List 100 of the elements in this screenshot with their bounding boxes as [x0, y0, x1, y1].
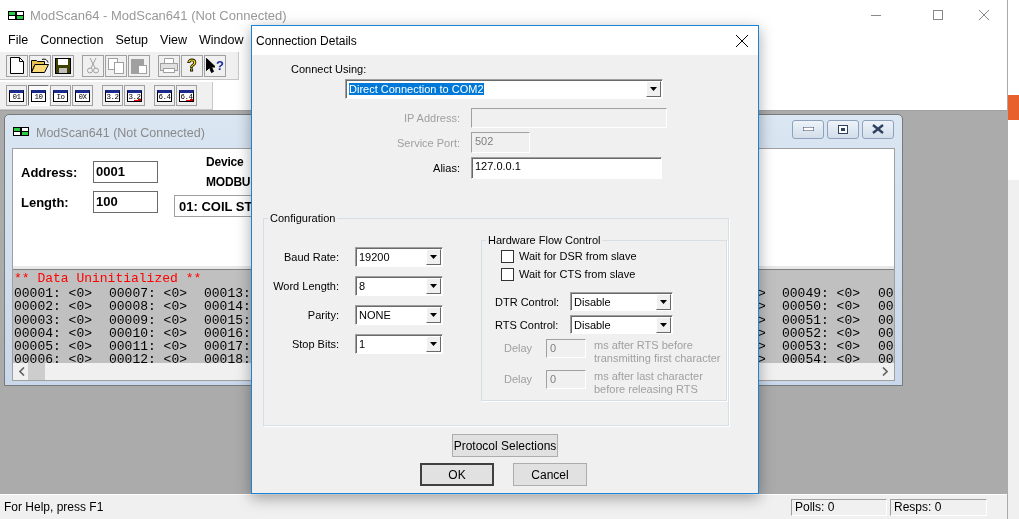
- close-button[interactable]: [736, 34, 748, 47]
- restore-icon: [838, 124, 848, 134]
- minimize-icon: [802, 127, 814, 131]
- printer-icon: [160, 58, 178, 73]
- data-cell-text: 00009: <0>: [109, 313, 188, 327]
- menu-item[interactable]: Connection: [34, 33, 110, 47]
- maximize-icon: [933, 10, 943, 20]
- toolbar-button[interactable]: [29, 54, 51, 77]
- status-text: For Help, press F1: [4, 500, 104, 514]
- question-mark-icon: ?: [216, 57, 224, 74]
- field-label: Connect Using:: [290, 62, 368, 76]
- group-title: Configuration: [269, 212, 337, 225]
- field-label: MODBU: [205, 174, 252, 191]
- connection-dropdown[interactable]: Direct Connection to COM2: [345, 79, 663, 99]
- checkbox[interactable]: [501, 249, 514, 263]
- data-cell-text: 00010: <0>: [109, 326, 188, 340]
- field-label: DTR Control:: [495, 295, 561, 308]
- toolbar-button[interactable]: [6, 54, 28, 77]
- length-field[interactable]: 100: [93, 191, 158, 213]
- window-title: ModScan641 (Not Connected): [36, 124, 205, 140]
- dropdown[interactable]: 1: [355, 334, 443, 354]
- address-field[interactable]: 0001: [93, 161, 158, 183]
- field-label: Service Port:: [396, 136, 460, 149]
- dialog-button[interactable]: Cancel: [513, 463, 587, 486]
- data-cell-text: 00006: <0>: [14, 353, 93, 367]
- data-cell-text: 00001: <0>: [14, 287, 93, 300]
- data-cell-text: >: [758, 313, 767, 327]
- data-cell-text: >: [758, 326, 767, 340]
- checkbox[interactable]: [501, 267, 514, 281]
- close-button[interactable]: [862, 119, 894, 139]
- data-cell-text: 00003: <0>: [14, 313, 93, 327]
- new-file-icon: [10, 57, 24, 74]
- data-cell: 00014:: [204, 300, 252, 314]
- group-title: Hardware Flow Control: [487, 234, 602, 247]
- data-cell-text: >: [758, 353, 767, 367]
- dropdown[interactable]: NONE: [355, 305, 443, 325]
- data-cell-text: >: [758, 287, 767, 300]
- data-cell: 00018:: [204, 353, 252, 367]
- data-cell: 00015:: [204, 313, 252, 327]
- data-cell-text: 00004: <0>: [14, 326, 93, 340]
- data-cell: 00: [878, 353, 894, 367]
- field-label: Address:: [21, 164, 79, 180]
- data-cell-text: 00007: <0>: [109, 287, 188, 300]
- data-cell-text: 00052: <0>: [782, 326, 861, 340]
- menu-item[interactable]: Setup: [109, 33, 155, 47]
- data-cell-text: 00053: <0>: [782, 340, 861, 354]
- dropdown[interactable]: Disable: [570, 292, 673, 311]
- data-cell-text: 00005: <0>: [14, 340, 93, 354]
- close-icon: [979, 10, 989, 20]
- field-label: Baud Rate:: [282, 251, 339, 263]
- toolbar-button[interactable]: ?: [204, 54, 226, 77]
- checkbox-label: Wait for DSR from slave: [519, 250, 637, 262]
- data-cell-text: 00012: <0>: [109, 353, 188, 367]
- field-label: Parity:: [306, 309, 339, 321]
- copy-icon: [108, 57, 124, 74]
- data-cell-text: 00051: <0>: [782, 313, 861, 327]
- data-cell: 00: [878, 326, 894, 340]
- data-cell: 00: [878, 340, 894, 354]
- field-hint: ms after RTS before transmitting first character: [594, 339, 722, 365]
- data-cell: 00017:: [204, 340, 252, 354]
- scroll-left-icon[interactable]: [19, 367, 25, 376]
- dropdown[interactable]: 19200: [355, 247, 443, 267]
- close-icon: [872, 124, 884, 134]
- status-message: ** Data Uninitialized **: [14, 272, 203, 285]
- status-pane: Resps: 0: [890, 498, 987, 516]
- dialog-title: Connection Details: [256, 33, 357, 48]
- field-label: Delay: [504, 372, 534, 385]
- data-cell-text: >: [758, 340, 767, 354]
- menu-item[interactable]: File: [2, 33, 35, 47]
- checkbox-label: Wait for CTS from slave: [519, 268, 636, 280]
- field-label: RTS Control:: [495, 318, 560, 331]
- data-cell: 00: [878, 313, 894, 327]
- field-label: Length:: [21, 194, 70, 210]
- data-cell-text: 00002: <0>: [14, 300, 93, 314]
- app-icon: [13, 127, 29, 136]
- menu-item[interactable]: Window: [192, 33, 250, 47]
- dialog-button[interactable]: OK: [420, 463, 494, 486]
- data-cell: 00013:: [204, 287, 252, 300]
- dropdown[interactable]: 8: [355, 276, 443, 296]
- field-label: Device: [205, 154, 245, 171]
- field-label: Word Length:: [272, 280, 339, 292]
- scroll-thumb[interactable]: [28, 363, 45, 380]
- folder-icon: [31, 58, 49, 73]
- status-pane: Polls: 0: [791, 498, 887, 516]
- data-cell-text: 00011: <0>: [109, 340, 188, 354]
- field-hint: ms after last character before releasing RTS: [594, 370, 704, 396]
- scroll-right-icon[interactable]: [882, 367, 888, 376]
- data-cell: 00: [878, 300, 894, 314]
- dialog-button[interactable]: Protocol Selections: [452, 434, 558, 457]
- toolbar-button[interactable]: [52, 54, 74, 77]
- data-cell: 00: [878, 287, 894, 300]
- clipboard-icon: [131, 57, 147, 74]
- scissors-icon: [87, 57, 99, 74]
- field-label: Delay: [504, 341, 534, 354]
- dropdown[interactable]: Disable: [570, 315, 673, 334]
- alias-field[interactable]: 127.0.0.1: [471, 157, 662, 179]
- window-title: ModScan64 - ModScan641 (Not Connected): [30, 7, 287, 23]
- menu-item[interactable]: View: [154, 33, 193, 47]
- field-label: IP Address:: [402, 112, 460, 124]
- restore-button[interactable]: [827, 119, 859, 139]
